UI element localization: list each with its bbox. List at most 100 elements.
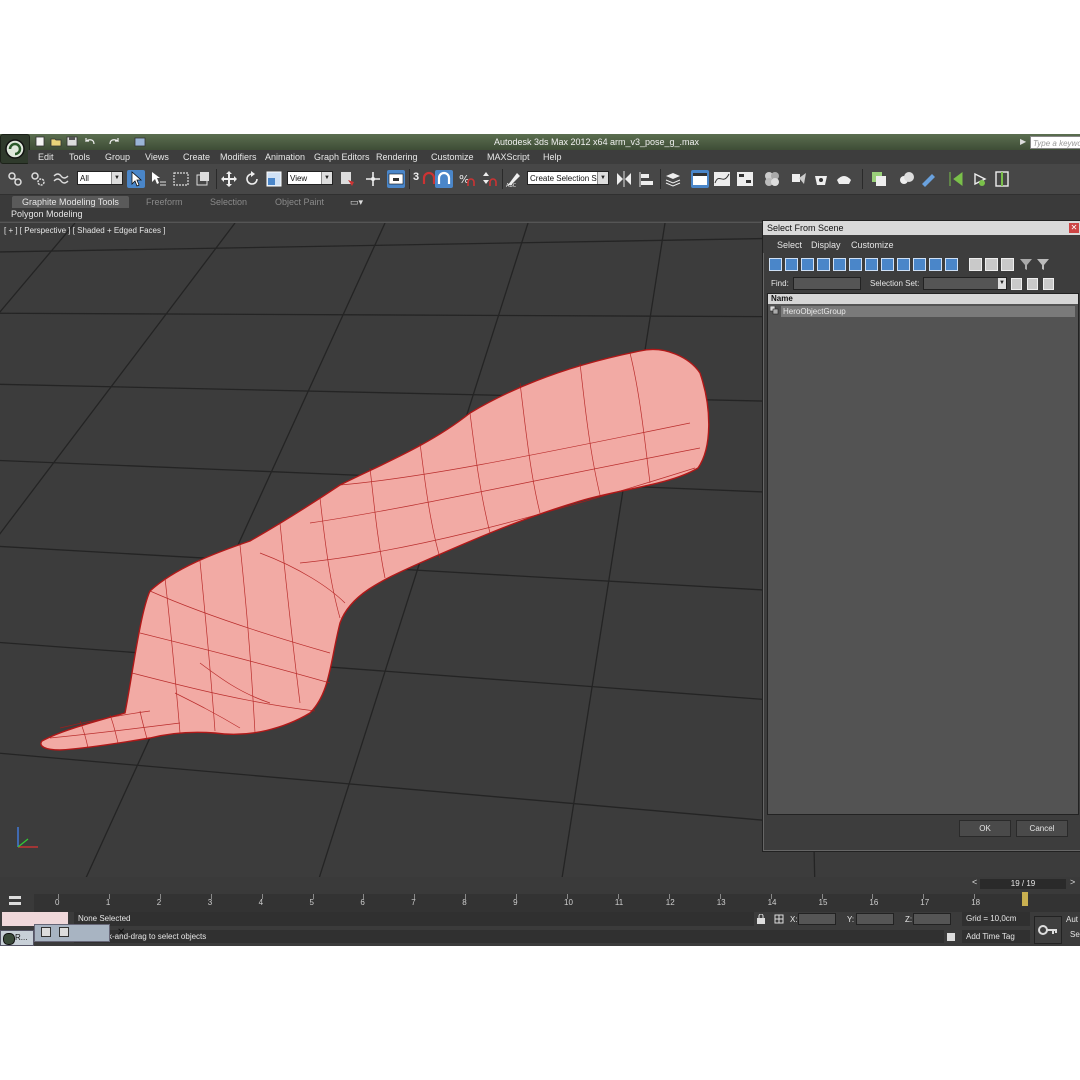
key-mode-icon[interactable] [948, 170, 966, 188]
chevron-left-icon[interactable]: < [972, 877, 977, 887]
viewport-label[interactable]: [ + ] [ Perspective ] [ Shaded + Edged F… [4, 226, 165, 235]
new-file-icon[interactable] [34, 136, 46, 147]
save-file-icon[interactable] [66, 136, 78, 147]
x-coordinate-field[interactable] [798, 913, 836, 925]
select-object-icon[interactable] [127, 170, 145, 188]
render-setup-icon[interactable] [790, 170, 808, 188]
schematic-view-icon[interactable] [736, 170, 754, 188]
z-coordinate-field[interactable] [913, 913, 951, 925]
selection-lock-icon[interactable] [946, 932, 956, 942]
menu-group[interactable]: Group [105, 152, 130, 162]
display-cameras-icon[interactable] [817, 258, 830, 271]
graphite-modeling-toggle-icon[interactable] [691, 170, 709, 188]
auto-key-button[interactable]: Aut [1066, 915, 1078, 924]
move-icon[interactable] [220, 170, 238, 188]
set-key-mode-button[interactable]: Se [1070, 930, 1080, 939]
menu-customize[interactable]: Customize [431, 152, 474, 162]
tab-graphite-modeling-tools[interactable]: Graphite Modeling Tools [12, 196, 129, 208]
menu-tools[interactable]: Tools [69, 152, 90, 162]
percent-snap-icon[interactable]: % [458, 170, 476, 188]
display-geometry-icon[interactable] [769, 258, 782, 271]
add-time-tag-button[interactable]: Add Time Tag [962, 930, 1030, 943]
reference-coordinate-dropdown[interactable]: View ▼ [287, 171, 333, 185]
select-invert-icon[interactable] [1001, 258, 1014, 271]
menu-graph-editors[interactable]: Graph Editors [314, 152, 370, 162]
tab-selection[interactable]: Selection [210, 196, 247, 208]
arm-mesh[interactable] [40, 348, 710, 751]
dialog-menu-select[interactable]: Select [777, 240, 802, 250]
filter-icon[interactable] [1019, 258, 1033, 271]
display-groups-icon[interactable] [865, 258, 878, 271]
dialog-menu-customize[interactable]: Customize [851, 240, 894, 250]
display-hidden-icon[interactable] [945, 258, 958, 271]
display-space-warps-icon[interactable] [849, 258, 862, 271]
mirror-icon[interactable] [615, 170, 633, 188]
set-key-button[interactable] [1034, 916, 1062, 944]
select-by-name-icon[interactable] [149, 170, 167, 188]
dialog-title-bar[interactable]: Select From Scene ✕ [763, 221, 1080, 235]
display-xrefs-icon[interactable] [881, 258, 894, 271]
menu-create[interactable]: Create [183, 152, 210, 162]
project-folder-icon[interactable] [134, 136, 146, 147]
tab-object-paint[interactable]: Object Paint [275, 196, 324, 208]
app-logo-button[interactable] [0, 134, 30, 164]
search-input[interactable]: Type a keyword [1030, 136, 1080, 149]
time-counter[interactable]: 19 / 19 [980, 879, 1066, 889]
column-header-name[interactable]: Name [768, 294, 1078, 304]
extra-toolbar-icon[interactable] [870, 170, 888, 188]
list-item[interactable]: HeroObjectGroup [770, 306, 1076, 317]
selection-set-add-icon[interactable] [1011, 278, 1022, 290]
render-production-icon[interactable] [835, 170, 853, 188]
edit-named-selection-icon[interactable]: ABC [505, 170, 523, 188]
time-slider[interactable]: < 19 / 19 > [0, 877, 1080, 890]
align-icon[interactable] [638, 170, 656, 188]
menu-modifiers[interactable]: Modifiers [220, 152, 257, 162]
taskbar-thumbnail[interactable]: ✕ [34, 924, 125, 942]
open-file-icon[interactable] [50, 136, 62, 147]
display-shapes-icon[interactable] [785, 258, 798, 271]
angle-snap-icon[interactable] [435, 170, 453, 188]
rendered-frame-window-icon[interactable] [812, 170, 830, 188]
redo-icon[interactable] [108, 136, 120, 147]
pen-tool-icon[interactable] [920, 170, 938, 188]
undo-icon[interactable] [84, 136, 96, 147]
bind-space-warp-icon[interactable] [52, 170, 70, 188]
pivot-center-icon[interactable] [338, 170, 356, 188]
display-containers-icon[interactable] [913, 258, 926, 271]
curve-editor-icon[interactable] [713, 170, 731, 188]
select-none-icon[interactable] [985, 258, 998, 271]
mini-curve-editor-icon[interactable] [8, 894, 22, 908]
cancel-button[interactable]: Cancel [1016, 820, 1068, 837]
rectangular-selection-icon[interactable] [172, 170, 190, 188]
selection-set-dropdown[interactable]: ▼ [923, 277, 1007, 290]
display-helpers-icon[interactable] [833, 258, 846, 271]
select-and-manipulate-icon[interactable] [364, 170, 382, 188]
absolute-mode-icon[interactable] [774, 914, 784, 924]
find-input[interactable] [793, 277, 861, 290]
selection-set-edit-icon[interactable] [1043, 278, 1054, 290]
close-icon[interactable]: ✕ [1069, 223, 1079, 233]
ok-button[interactable]: OK [959, 820, 1011, 837]
selection-set-remove-icon[interactable] [1027, 278, 1038, 290]
loop-play-icon[interactable] [971, 170, 989, 188]
material-editor-icon[interactable] [763, 170, 781, 188]
window-crossing-icon[interactable] [194, 170, 212, 188]
keyboard-shortcut-toggle-icon[interactable] [387, 170, 405, 188]
panel-polygon-modeling[interactable]: Polygon Modeling [11, 209, 83, 219]
snaps-toggle-label[interactable]: 3 [413, 171, 419, 189]
close-icon[interactable]: ✕ [117, 927, 125, 938]
named-selection-set-dropdown[interactable]: Create Selection Se ▼ [527, 171, 609, 185]
unlink-icon[interactable] [29, 170, 47, 188]
taskbar-button[interactable]: R... [0, 930, 34, 946]
layer-manager-icon[interactable] [664, 170, 682, 188]
scale-icon[interactable] [265, 170, 283, 188]
film-strip-icon[interactable] [993, 170, 1011, 188]
spinner-snap-icon[interactable] [480, 170, 498, 188]
filter-options-icon[interactable] [1036, 258, 1050, 271]
display-lights-icon[interactable] [801, 258, 814, 271]
display-frozen-icon[interactable] [929, 258, 942, 271]
menu-rendering[interactable]: Rendering [376, 152, 418, 162]
ribbon-options-icon[interactable]: ▭▾ [350, 196, 363, 208]
tab-freeform[interactable]: Freeform [146, 196, 183, 208]
menu-animation[interactable]: Animation [265, 152, 305, 162]
